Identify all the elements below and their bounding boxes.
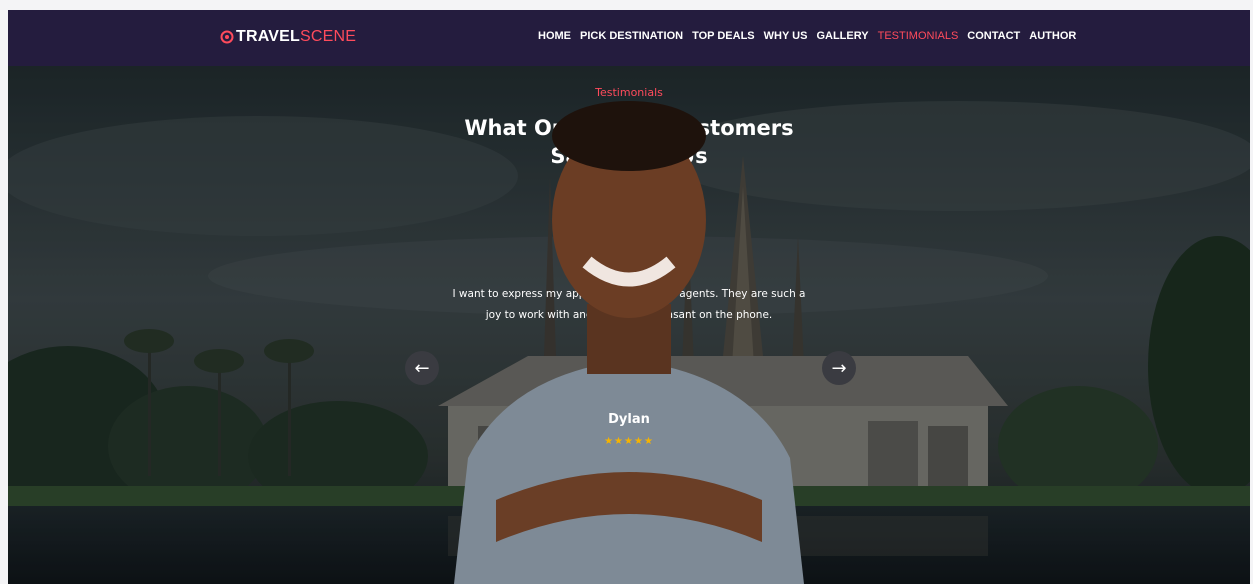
testimonials-section: Testimonials What Our Happy Customers Sa… bbox=[8, 66, 1250, 584]
customer-name: Dylan bbox=[608, 412, 650, 427]
compass-icon bbox=[220, 30, 234, 44]
logo-text-travel: TRAVEL bbox=[236, 28, 301, 45]
nav-item-why-us[interactable]: WHY US bbox=[764, 30, 808, 42]
nav-item-pick-destination[interactable]: PICK DESTINATION bbox=[580, 30, 683, 42]
nav-item-home[interactable]: HOME bbox=[538, 30, 571, 42]
customer-avatar bbox=[454, 101, 804, 584]
star-rating: ★★★★★ bbox=[604, 436, 654, 447]
nav-item-testimonials[interactable]: TESTIMONIALS bbox=[878, 30, 959, 42]
page-frame: TRAVEL SCENE HOME PICK DESTINATION TOP DEA… bbox=[8, 10, 1250, 584]
nav-item-contact[interactable]: CONTACT bbox=[967, 30, 1020, 42]
main-nav: HOME PICK DESTINATION TOP DEALS WHY US GALLE… bbox=[538, 30, 1076, 42]
nav-item-top-deals[interactable]: TOP DEALS bbox=[692, 30, 755, 42]
navbar: TRAVEL SCENE HOME PICK DESTINATION TOP DEA… bbox=[8, 10, 1250, 66]
nav-item-gallery[interactable]: GALLERY bbox=[816, 30, 868, 42]
logo-text-scene: SCENE bbox=[300, 28, 357, 45]
nav-item-author[interactable]: AUTHOR bbox=[1029, 30, 1076, 42]
logo[interactable]: TRAVEL SCENE bbox=[220, 28, 356, 46]
